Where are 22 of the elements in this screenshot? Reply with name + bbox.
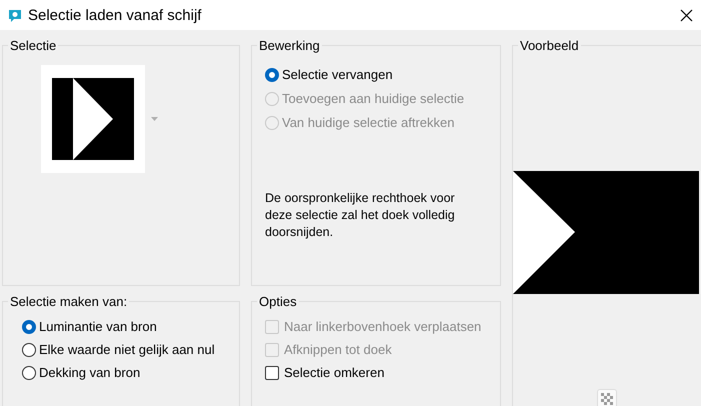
- radio-button[interactable]: [22, 366, 36, 380]
- transparency-toggle[interactable]: [597, 389, 617, 406]
- radio-option[interactable]: Elke waarde niet gelijk aan nul: [22, 342, 239, 357]
- group-title: Selectie: [9, 38, 58, 53]
- checkbox[interactable]: [265, 366, 279, 380]
- checkerboard-icon: [601, 393, 613, 405]
- app-icon: [8, 8, 22, 22]
- group-title: Bewerking: [258, 38, 321, 53]
- radio-option[interactable]: Luminantie van bron: [22, 319, 239, 334]
- selection-thumbnail-drawing[interactable]: [41, 65, 145, 173]
- radio-button[interactable]: [265, 68, 279, 82]
- close-icon[interactable]: [680, 8, 693, 22]
- checkbox-option[interactable]: Selectie omkeren: [265, 365, 500, 380]
- info-text: De oorspronkelijke rechthoek voor deze selectie zal het doek volledig doorsnijden.: [265, 190, 456, 241]
- group-title: Opties: [258, 294, 298, 309]
- window-title: Selectie laden vanaf schijf: [28, 6, 202, 24]
- radio-button[interactable]: [22, 342, 36, 356]
- radio-option[interactable]: Selectie vervangen: [265, 67, 500, 82]
- group-title: Selectie maken van:: [9, 294, 128, 309]
- radio-button[interactable]: [22, 320, 36, 334]
- radio-option[interactable]: Dekking van bron: [22, 365, 239, 380]
- group-title: Voorbeeld: [519, 38, 580, 53]
